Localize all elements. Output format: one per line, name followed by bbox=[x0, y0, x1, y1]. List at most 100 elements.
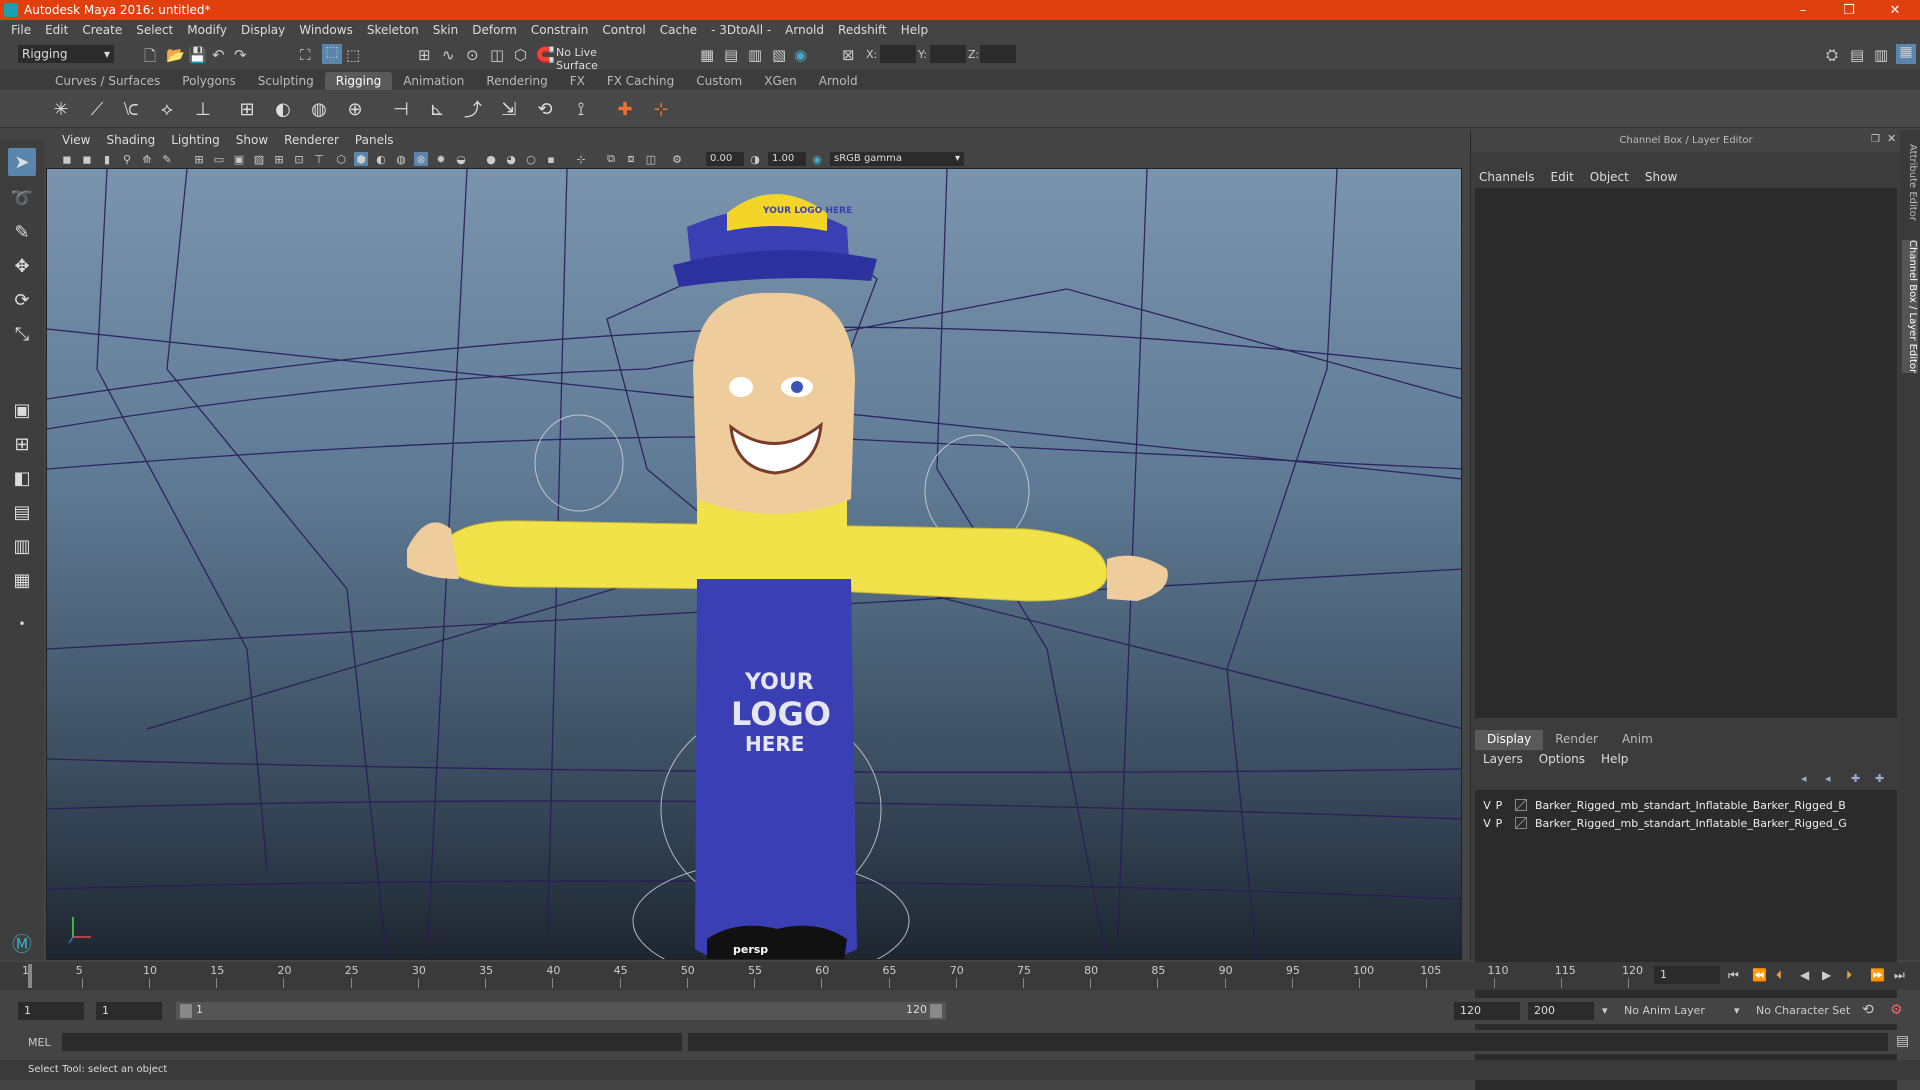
step-back-frame-icon[interactable]: ⏴ bbox=[1776, 968, 1782, 983]
layer-visibility-toggle[interactable]: V bbox=[1481, 799, 1493, 812]
shadows-icon[interactable]: ✸ bbox=[434, 152, 448, 166]
snap-curve-icon[interactable]: ∿ bbox=[442, 46, 455, 64]
auto-key-icon[interactable]: ⟲ bbox=[1862, 1002, 1874, 1018]
close-button[interactable]: ✕ bbox=[1872, 0, 1918, 20]
camera-icon[interactable]: ◼ bbox=[60, 152, 74, 166]
ik-spline-icon[interactable]: ⟈ bbox=[118, 96, 144, 122]
menu-select[interactable]: Select bbox=[129, 23, 180, 37]
menu-cache[interactable]: Cache bbox=[653, 23, 704, 37]
more-layouts-icon[interactable]: • bbox=[8, 610, 36, 638]
channels-menu[interactable]: Channels bbox=[1471, 170, 1543, 186]
layer-playback-toggle[interactable]: P bbox=[1493, 799, 1505, 812]
open-scene-icon[interactable]: 📂 bbox=[166, 46, 185, 64]
channel-box-tab[interactable]: Channel Box / Layer Editor bbox=[1902, 240, 1918, 374]
menu-edit[interactable]: Edit bbox=[38, 23, 75, 37]
select-component-icon[interactable]: ⬚ bbox=[346, 46, 360, 64]
add-influence-icon[interactable]: ⊹ bbox=[648, 96, 674, 122]
options-menu[interactable]: Options bbox=[1531, 752, 1593, 770]
redo-icon[interactable]: ↷ bbox=[234, 46, 247, 64]
time-slider-ruler[interactable]: 1 5 10 15 20 25 30 35 40 45 50 55 60 65 70 75 80 85 90 95 10… bbox=[22, 962, 1643, 990]
menu-help[interactable]: Help bbox=[894, 23, 935, 37]
menu-arnold[interactable]: Arnold bbox=[778, 23, 831, 37]
menu-control[interactable]: Control bbox=[595, 23, 652, 37]
motion-blur-icon[interactable]: ● bbox=[484, 152, 498, 166]
exposure-icon[interactable]: ⚙ bbox=[670, 152, 684, 166]
chevron-down-icon[interactable]: ▾ bbox=[1734, 1004, 1740, 1017]
menu-redshift[interactable]: Redshift bbox=[831, 23, 894, 37]
color-management-icon[interactable]: ◉ bbox=[810, 152, 824, 166]
xray-components-icon[interactable]: ⧈ bbox=[624, 152, 638, 166]
pole-vector-icon[interactable]: ⟟ bbox=[568, 96, 594, 122]
wrap-icon[interactable]: ◍ bbox=[306, 96, 332, 122]
show-menu[interactable]: Show bbox=[1637, 170, 1685, 186]
safe-title-icon[interactable]: ⊤ bbox=[312, 152, 326, 166]
new-scene-icon[interactable]: 🗋 bbox=[144, 46, 156, 71]
safe-action-icon[interactable]: ⊡ bbox=[292, 152, 306, 166]
field-chart-icon[interactable]: ⊞ bbox=[272, 152, 286, 166]
character-set-dropdown[interactable]: No Character Set bbox=[1756, 1004, 1850, 1017]
side-by-side-view-icon[interactable]: ◧ bbox=[8, 464, 36, 492]
current-frame-field[interactable]: 1 bbox=[1654, 966, 1720, 984]
screen-space-ao-icon[interactable]: ◒ bbox=[454, 152, 468, 166]
render-frame-icon[interactable]: ▤ bbox=[724, 46, 738, 64]
layer-color-swatch[interactable] bbox=[1515, 817, 1527, 829]
ik-handle-icon[interactable]: ⟋ bbox=[84, 96, 110, 122]
step-back-key-icon[interactable]: ⏪ bbox=[1752, 968, 1767, 982]
menu-skin[interactable]: Skin bbox=[426, 23, 466, 37]
layer-row[interactable]: V P Barker_Rigged_mb_standart_Inflatable… bbox=[1481, 796, 1891, 814]
viewport-menu-view[interactable]: View bbox=[54, 133, 98, 147]
tab-display[interactable]: Display bbox=[1475, 730, 1544, 750]
four-view-icon[interactable]: ⊞ bbox=[8, 430, 36, 458]
depth-of-field-icon[interactable]: ○ bbox=[524, 152, 538, 166]
use-all-lights-icon[interactable]: ⊗ bbox=[414, 152, 428, 166]
anim-layer-dropdown[interactable]: No Anim Layer bbox=[1624, 1004, 1705, 1017]
step-forward-frame-icon[interactable]: ⏵ bbox=[1846, 968, 1852, 983]
shelf-tab-fx[interactable]: FX bbox=[559, 72, 596, 90]
command-language-label[interactable]: MEL bbox=[28, 1036, 51, 1049]
menu-skeleton[interactable]: Skeleton bbox=[360, 23, 426, 37]
play-backwards-icon[interactable]: ◀ bbox=[1800, 968, 1809, 982]
snap-view-icon[interactable]: ◫ bbox=[490, 46, 504, 64]
isolate-select-icon[interactable]: ▪ bbox=[544, 152, 558, 166]
play-forwards-icon[interactable]: ▶ bbox=[1822, 968, 1831, 982]
select-object-icon[interactable]: ⬚ bbox=[322, 44, 342, 64]
shelf-tab-polygons[interactable]: Polygons bbox=[171, 72, 246, 90]
layer-row[interactable]: V P Barker_Rigged_mb_standart_Inflatable… bbox=[1481, 814, 1891, 832]
snap-grid-icon[interactable]: ⊞ bbox=[418, 46, 431, 64]
minimize-button[interactable]: – bbox=[1780, 0, 1826, 20]
viewport-menu-renderer[interactable]: Renderer bbox=[276, 133, 347, 147]
toggle-channel-box-icon[interactable]: ▦ bbox=[1896, 44, 1916, 64]
range-start-handle[interactable] bbox=[180, 1004, 192, 1018]
color-space-dropdown[interactable]: sRGB gamma ▾ bbox=[830, 152, 964, 166]
menuset-dropdown[interactable]: Rigging ▾ bbox=[18, 45, 114, 63]
menu-windows[interactable]: Windows bbox=[292, 23, 360, 37]
animation-start-field[interactable]: 1 bbox=[18, 1002, 84, 1020]
new-layer-icon[interactable]: ✚ bbox=[1851, 772, 1860, 785]
render-view-icon[interactable]: ▦ bbox=[700, 46, 714, 64]
toggle-attribute-editor-icon[interactable]: ▤ bbox=[1850, 46, 1864, 64]
toggle-modeling-toolkit-icon[interactable]: ⛭ bbox=[1826, 46, 1838, 64]
y-field[interactable] bbox=[930, 45, 966, 63]
shelf-tab-arnold[interactable]: Arnold bbox=[808, 72, 869, 90]
camera-attributes-icon[interactable]: ◼ bbox=[80, 152, 94, 166]
2d-pan-icon[interactable]: ⟰ bbox=[140, 152, 154, 166]
close-panel-icon[interactable]: ✕ bbox=[1887, 132, 1896, 145]
snap-point-icon[interactable]: ⊙ bbox=[466, 46, 479, 64]
gamma-field[interactable]: 1.00 bbox=[768, 152, 806, 166]
image-plane-icon[interactable]: ⚲ bbox=[120, 152, 134, 166]
persp-graph-icon[interactable]: ▥ bbox=[8, 532, 36, 560]
locator-icon[interactable]: ✚ bbox=[612, 96, 638, 122]
make-live-icon[interactable]: 🧲 bbox=[536, 46, 555, 64]
layer-color-swatch[interactable] bbox=[1515, 799, 1527, 811]
select-hierarchy-icon[interactable]: ⛶ bbox=[300, 46, 311, 64]
textured-icon[interactable]: ◍ bbox=[394, 152, 408, 166]
playback-start-field[interactable]: 1 bbox=[96, 1002, 162, 1020]
restore-button[interactable]: ❒ bbox=[1826, 0, 1872, 20]
menu-constrain[interactable]: Constrain bbox=[524, 23, 596, 37]
menu-modify[interactable]: Modify bbox=[180, 23, 234, 37]
shelf-tab-curves-surfaces[interactable]: Curves / Surfaces bbox=[44, 72, 171, 90]
go-to-start-icon[interactable]: ⏮ bbox=[1728, 968, 1739, 983]
lasso-tool-icon[interactable]: ➰ bbox=[8, 184, 36, 212]
viewport-menu-show[interactable]: Show bbox=[228, 133, 276, 147]
time-slider[interactable]: 1 5 10 15 20 25 30 35 40 45 50 55 60 65 70 75 80 85 90 95 10… bbox=[0, 962, 1920, 990]
